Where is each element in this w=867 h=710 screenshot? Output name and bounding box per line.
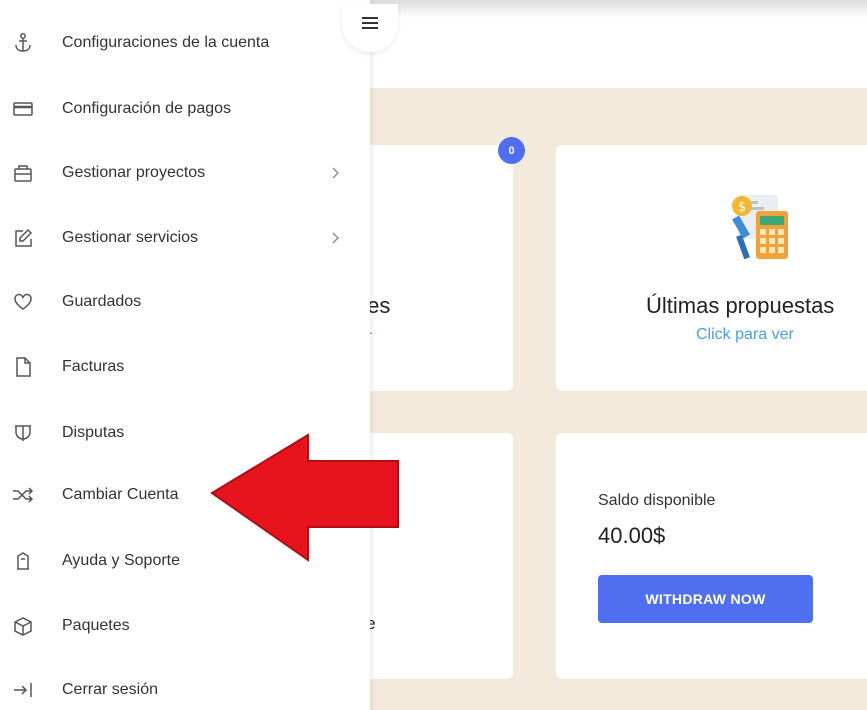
proposals-card-link[interactable]: Click para ver: [696, 326, 794, 344]
top-bar-shade: [370, 0, 867, 18]
sidebar-item-label: Paquetes: [62, 617, 130, 634]
anchor-icon: [12, 32, 34, 54]
sidebar-item-logout[interactable]: Cerrar sesión: [0, 670, 370, 710]
briefcase-icon: [12, 162, 34, 184]
bookmark-icon: [12, 550, 34, 572]
sidebar-item-label: Facturas: [62, 358, 125, 375]
proposals-card[interactable]: [556, 145, 867, 391]
sidebar: Configuraciones de la cuenta Configuraci…: [0, 0, 370, 710]
chevron-right-icon: [332, 232, 339, 244]
sidebar-item-projects[interactable]: Gestionar proyectos: [0, 153, 370, 193]
sidebar-item-saved[interactable]: Guardados: [0, 282, 370, 322]
sidebar-item-label: Configuraciones de la cuenta: [62, 34, 270, 51]
balance-value: 40.00$: [598, 523, 666, 548]
withdraw-button[interactable]: WITHDRAW NOW: [598, 575, 813, 623]
messages-badge: 0: [498, 137, 525, 164]
sidebar-item-switch-account[interactable]: Cambiar Cuenta: [0, 475, 370, 515]
chevron-right-icon: [332, 167, 339, 179]
sidebar-item-label: Configuración de pagos: [62, 100, 232, 117]
sidebar-item-payment-settings[interactable]: Configuración de pagos: [0, 89, 370, 129]
sidebar-item-invoices[interactable]: Facturas: [0, 347, 370, 387]
sidebar-item-label: Cambiar Cuenta: [62, 486, 179, 503]
proposals-card-title: Últimas propuestas: [646, 293, 835, 318]
edit-icon: [12, 227, 34, 249]
balance-card: [556, 433, 867, 679]
hamburger-icon: [362, 17, 378, 29]
sidebar-item-label: Ayuda y Soporte: [62, 552, 181, 569]
sidebar-item-disputes[interactable]: Disputas: [0, 413, 370, 453]
shuffle-icon: [12, 484, 34, 506]
sidebar-item-label: Cerrar sesión: [62, 681, 159, 698]
file-icon: [12, 356, 34, 378]
sidebar-item-packages[interactable]: Paquetes: [0, 606, 370, 646]
sidebar-item-help[interactable]: Ayuda y Soporte: [0, 541, 370, 581]
sidebar-item-account-settings[interactable]: Configuraciones de la cuenta: [0, 23, 370, 63]
sidebar-item-label: Gestionar proyectos: [62, 164, 206, 181]
credit-card-icon: [12, 98, 34, 120]
logout-icon: [12, 679, 34, 701]
sidebar-item-services[interactable]: Gestionar servicios: [0, 218, 370, 258]
balance-label: Saldo disponible: [598, 492, 716, 509]
sidebar-item-label: Disputas: [62, 424, 125, 441]
svg-text:$: $: [738, 200, 746, 215]
sidebar-item-label: Guardados: [62, 293, 142, 310]
shield-split-icon: [12, 422, 34, 444]
package-icon: [12, 615, 34, 637]
proposals-illustration-icon: $: [732, 195, 788, 260]
sidebar-item-label: Gestionar servicios: [62, 229, 199, 246]
heart-icon: [12, 291, 34, 313]
